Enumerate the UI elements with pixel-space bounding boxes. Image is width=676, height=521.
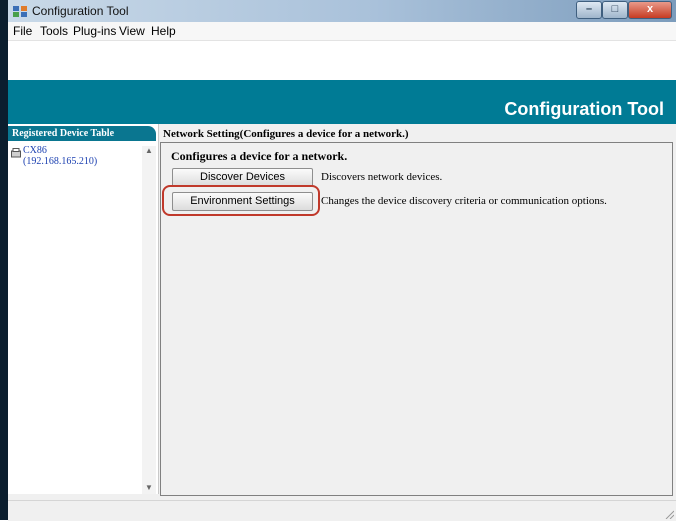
printer-icon [11, 148, 21, 158]
desktop-edge [0, 0, 8, 520]
minimize-button[interactable]: – [576, 1, 602, 19]
environment-settings-description: Changes the device discovery criteria or… [321, 195, 607, 207]
discover-devices-description: Discovers network devices. [321, 171, 443, 183]
window-title: Configuration Tool [32, 4, 129, 18]
section-header: Network Setting(Configures a device for … [163, 128, 409, 140]
menu-plug-ins[interactable]: Plug-ins [73, 24, 116, 38]
device-name[interactable]: CX86 [23, 145, 47, 156]
network-settings-panel: Configures a device for a network. Disco… [160, 142, 673, 496]
registered-device-tab[interactable]: Registered Device Table [8, 126, 156, 141]
resize-grip-icon[interactable] [664, 509, 674, 519]
title-bar[interactable]: Configuration Tool – □ x [8, 0, 676, 22]
scroll-down-icon[interactable]: ▼ [145, 483, 153, 492]
menu-bar: File Tools Plug-ins View Help [8, 22, 676, 41]
header-banner: Configuration Tool [8, 80, 676, 124]
menu-help[interactable]: Help [151, 24, 176, 38]
device-sidebar: Registered Device Table CX86 (192.168.16… [8, 124, 159, 494]
sidebar-scrollbar[interactable]: ▲ ▼ [142, 146, 156, 494]
banner-title: Configuration Tool [504, 99, 664, 119]
device-ip[interactable]: (192.168.165.210) [23, 156, 97, 167]
status-bar [8, 500, 676, 521]
menu-file[interactable]: File [13, 24, 32, 38]
panel-heading: Configures a device for a network. [171, 149, 348, 163]
close-button[interactable]: x [628, 1, 672, 19]
environment-settings-button[interactable]: Environment Settings [172, 192, 313, 211]
menu-view[interactable]: View [119, 24, 145, 38]
menu-tools[interactable]: Tools [40, 24, 68, 38]
maximize-button[interactable]: □ [602, 1, 628, 19]
app-icon [13, 6, 27, 17]
app-window: Configuration Tool – □ x File Tools Plug… [8, 0, 676, 521]
toolbar-area [8, 41, 676, 80]
registered-device-tab-label: Registered Device Table [12, 128, 115, 139]
scroll-up-icon[interactable]: ▲ [145, 146, 153, 155]
